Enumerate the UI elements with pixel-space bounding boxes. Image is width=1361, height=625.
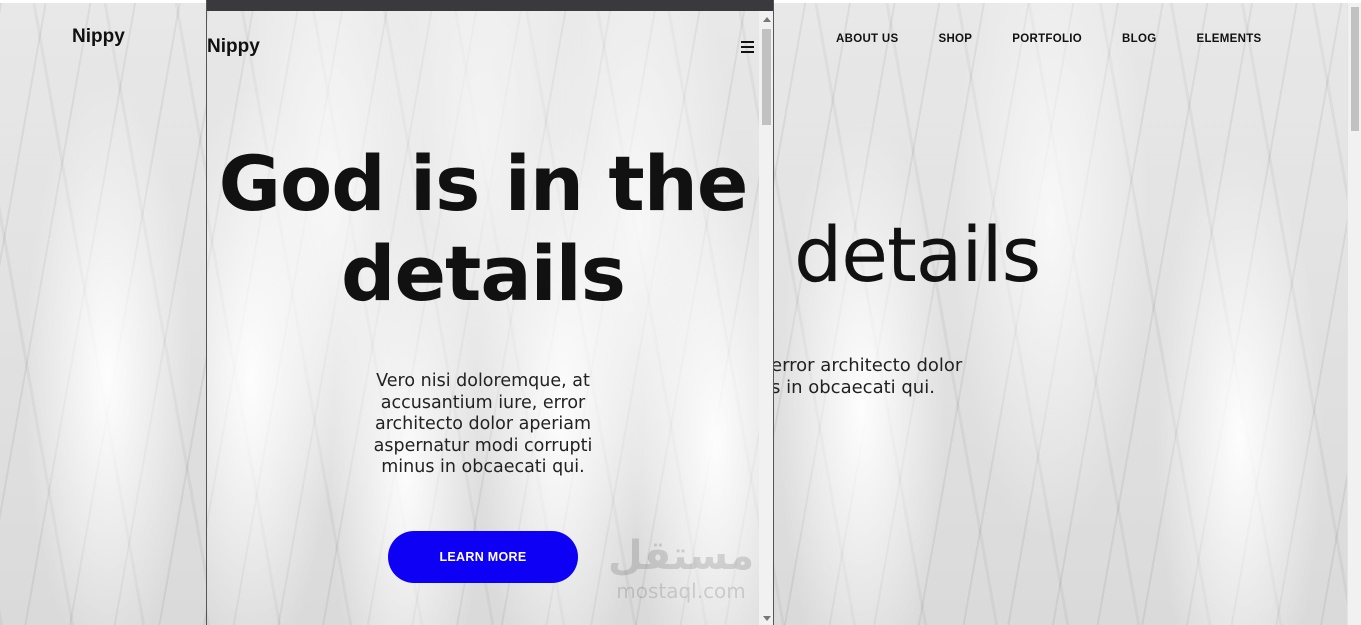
- hero-heading-line: God is in the: [218, 139, 749, 228]
- hero-text: error architecto dolor s in obcaecati qu…: [771, 355, 991, 399]
- site-logo[interactable]: Nippy: [72, 26, 125, 48]
- site-logo[interactable]: Nippy: [207, 36, 260, 58]
- nav-item-portfolio[interactable]: PORTFOLIO: [1012, 33, 1082, 45]
- scroll-up-arrow-icon[interactable]: [763, 17, 771, 22]
- hamburger-icon[interactable]: [741, 41, 754, 53]
- nav-item-elements[interactable]: ELEMENTS: [1196, 33, 1261, 45]
- learn-more-button[interactable]: LEARN MORE: [388, 531, 578, 583]
- hero-heading: God is in the details: [207, 139, 759, 319]
- nav-item-about-us[interactable]: ABOUT US: [836, 33, 898, 45]
- hero-text-line: s in obcaecati qui.: [771, 377, 935, 398]
- main-nav: ABOUT US SHOP PORTFOLIO BLOG ELEMENTS: [836, 33, 1261, 45]
- hero-text: Vero nisi doloremque, at accusantium iur…: [373, 371, 593, 477]
- hero-heading-line: details: [341, 229, 626, 318]
- scrollbar-thumb[interactable]: [1351, 7, 1359, 131]
- scroll-down-arrow-icon[interactable]: [763, 616, 771, 621]
- nav-item-blog[interactable]: BLOG: [1122, 33, 1156, 45]
- hero-text-line: error architecto dolor: [771, 355, 963, 376]
- mobile-page: Nippy God is in the details Vero nisi do…: [207, 11, 759, 625]
- hero-heading: details: [794, 210, 1041, 299]
- page-scrollbar[interactable]: [1347, 3, 1361, 625]
- frame-title-bar: [207, 0, 773, 11]
- scrollbar-thumb[interactable]: [762, 29, 771, 125]
- nav-item-shop[interactable]: SHOP: [938, 33, 972, 45]
- mobile-preview-frame: Nippy God is in the details Vero nisi do…: [206, 0, 774, 625]
- preview-scrollbar[interactable]: [759, 11, 773, 625]
